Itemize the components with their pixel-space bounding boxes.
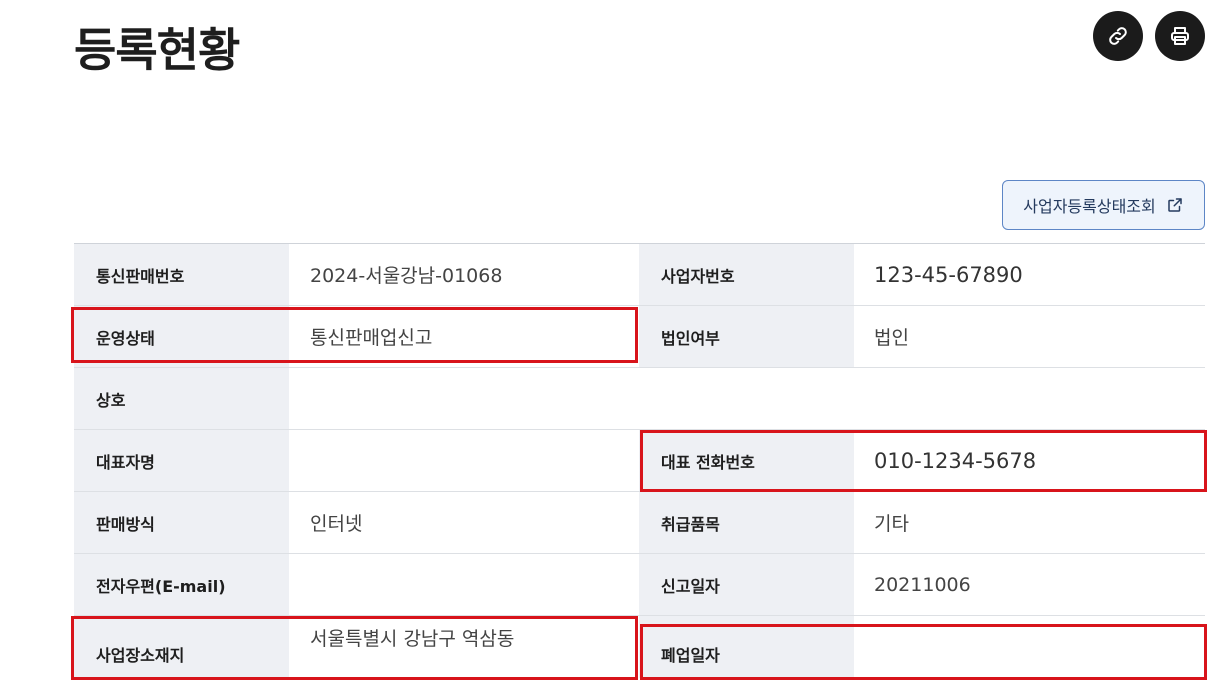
label-closure-date: 폐업일자 — [639, 616, 854, 678]
value-product-category: 기타 — [874, 513, 909, 535]
value-email — [289, 554, 639, 615]
value-report-date: 20211006 — [874, 573, 971, 596]
value-corporation-flag: 법인 — [874, 327, 909, 349]
label-business-number: 사업자번호 — [639, 244, 854, 305]
label-mail-order-number: 통신판매번호 — [74, 244, 289, 305]
label-representative-name: 대표자명 — [74, 430, 289, 491]
value-closure-date — [854, 616, 1205, 678]
business-status-lookup-label: 사업자등록상태조회 — [1023, 197, 1156, 216]
value-operating-status: 통신판매업신고 — [310, 327, 433, 349]
table-row: 운영상태 통신판매업신고 법인여부 법인 — [74, 306, 1205, 368]
label-report-date: 신고일자 — [639, 554, 854, 615]
table-row: 통신판매번호 2024-서울강남-01068 사업자번호 123-45-6789… — [74, 244, 1205, 306]
value-sales-method: 인터넷 — [310, 513, 363, 535]
value-representative-name — [289, 430, 639, 491]
label-company-name: 상호 — [74, 368, 289, 429]
label-business-address: 사업장소재지 — [74, 616, 289, 678]
business-status-lookup-button[interactable]: 사업자등록상태조회 — [1002, 180, 1205, 230]
table-row: 상호 — [74, 368, 1205, 430]
label-corporation-flag: 법인여부 — [639, 306, 854, 367]
registration-info-table: 통신판매번호 2024-서울강남-01068 사업자번호 123-45-6789… — [74, 243, 1205, 678]
value-mail-order-number: 2024-서울강남-01068 — [310, 265, 503, 287]
label-email: 전자우편(E-mail) — [74, 554, 289, 615]
table-row: 사업장소재지 서울특별시 강남구 역삼동 폐업일자 — [74, 616, 1205, 678]
table-row: 전자우편(E-mail) 신고일자 20211006 — [74, 554, 1205, 616]
print-button[interactable] — [1155, 11, 1205, 61]
value-business-address: 서울특별시 강남구 역삼동 — [310, 628, 515, 650]
copy-link-button[interactable] — [1093, 11, 1143, 61]
table-row: 판매방식 인터넷 취급품목 기타 — [74, 492, 1205, 554]
label-product-category: 취급품목 — [639, 492, 854, 553]
value-business-number: 123-45-67890 — [874, 262, 1023, 287]
table-row: 대표자명 대표 전화번호 010-1234-5678 — [74, 430, 1205, 492]
value-company-name — [289, 368, 1205, 429]
label-sales-method: 판매방식 — [74, 492, 289, 553]
label-operating-status: 운영상태 — [74, 306, 289, 367]
value-representative-phone: 010-1234-5678 — [874, 448, 1037, 473]
page-title: 등록현황 — [74, 23, 240, 77]
label-representative-phone: 대표 전화번호 — [639, 430, 854, 491]
external-link-icon — [1167, 198, 1182, 212]
print-icon — [1171, 27, 1189, 45]
link-icon — [1109, 27, 1127, 45]
